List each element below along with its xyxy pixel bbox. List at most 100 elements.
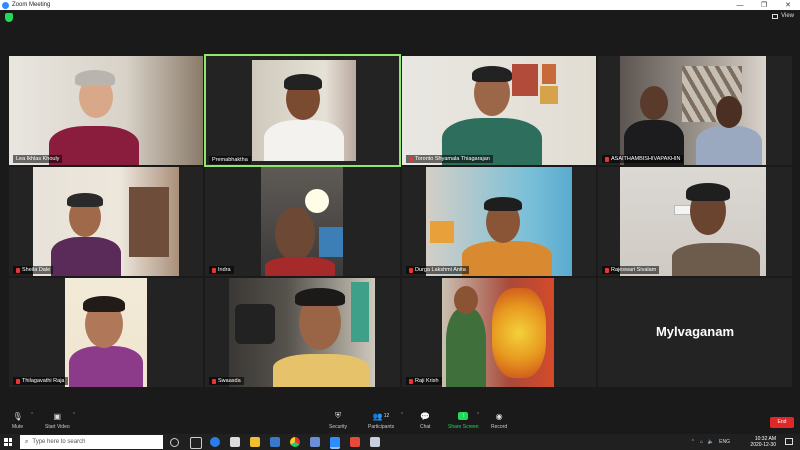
muted-mic-icon xyxy=(409,156,413,162)
person-figure xyxy=(69,346,143,387)
participant-tile[interactable]: Swaasda xyxy=(205,278,400,387)
participant-tile[interactable]: Durga Lakshmi Anita xyxy=(402,167,596,276)
security-shield-icon[interactable] xyxy=(5,13,13,22)
participant-tile-video-off[interactable]: Mylvaganam xyxy=(598,278,792,387)
person-figure xyxy=(273,354,369,387)
windows-start-icon[interactable] xyxy=(4,438,12,446)
participant-video xyxy=(261,167,343,276)
participant-video xyxy=(620,167,766,276)
person-figure xyxy=(49,126,139,165)
app-icon[interactable] xyxy=(370,437,380,447)
mute-options-chevron-icon[interactable]: ⌃ xyxy=(30,412,34,418)
end-meeting-button[interactable]: End xyxy=(770,417,794,428)
person-hair xyxy=(75,70,115,86)
muted-mic-icon xyxy=(212,378,216,384)
start-video-button[interactable]: ▣ Start Video xyxy=(45,411,70,431)
maximize-button[interactable]: ❐ xyxy=(752,1,776,9)
participant-name: Thilagavathi Raja xyxy=(13,377,68,385)
record-icon: ◉ xyxy=(495,411,503,421)
muted-mic-icon xyxy=(16,267,20,273)
flower-decoration xyxy=(492,288,546,378)
wall-picture xyxy=(540,86,558,104)
participant-tile[interactable]: Thilagavathi Raja xyxy=(9,278,203,387)
person-hair xyxy=(284,74,322,90)
participants-label: Participants xyxy=(368,424,395,430)
participant-video xyxy=(620,56,766,165)
language-indicator[interactable]: ENG xyxy=(719,439,730,445)
security-button[interactable]: ⛨ Security xyxy=(329,411,347,430)
app-icon[interactable] xyxy=(310,437,320,447)
view-label: View xyxy=(781,13,794,19)
search-placeholder: Type here to search xyxy=(32,439,86,445)
wall-picture xyxy=(542,64,556,84)
person-hair xyxy=(295,288,345,306)
app-icon[interactable] xyxy=(350,437,360,447)
door xyxy=(129,187,169,257)
share-screen-icon-wrap: ↑ xyxy=(458,411,469,421)
participant-name: Durga Lakshmi Anita xyxy=(406,266,469,274)
multitask-icon[interactable] xyxy=(190,437,202,449)
store-icon[interactable] xyxy=(230,437,240,447)
muted-mic-icon xyxy=(409,267,413,273)
participant-tile[interactable]: ASAITHAMBISHIVAPAKHIN xyxy=(598,56,792,165)
participant-display-name: Mylvaganam xyxy=(655,324,735,339)
file-explorer-icon[interactable] xyxy=(250,437,260,447)
chat-label: Chat xyxy=(420,424,431,430)
edge-browser-icon[interactable] xyxy=(210,437,220,447)
participant-tile[interactable]: Raji Krish xyxy=(402,278,596,387)
muted-mic-icon xyxy=(212,267,216,273)
video-options-chevron-icon[interactable]: ⌃ xyxy=(72,412,76,418)
participant-video xyxy=(33,167,179,276)
person-figure xyxy=(446,308,486,387)
helmet xyxy=(235,304,275,344)
minimize-button[interactable]: — xyxy=(728,2,752,9)
person-hair xyxy=(686,183,730,201)
chat-button[interactable]: 💬 Chat xyxy=(420,411,431,431)
wall-panel xyxy=(319,227,343,257)
clock[interactable]: 10:32 AM 2020-12-30 xyxy=(750,436,776,448)
muted-mic-icon xyxy=(605,156,609,162)
participant-name: Swaasda xyxy=(209,377,244,385)
person-figure xyxy=(696,126,762,165)
clock-date: 2020-12-30 xyxy=(750,442,776,448)
participants-button[interactable]: 👥 12 Participants xyxy=(368,411,395,431)
zoom-logo-icon xyxy=(2,1,9,9)
participant-tile[interactable]: Indra xyxy=(205,167,400,276)
participants-options-chevron-icon[interactable]: ⌃ xyxy=(400,412,404,418)
muted-mic-icon xyxy=(605,267,609,273)
task-view-icon[interactable] xyxy=(170,438,179,447)
person-head xyxy=(454,286,478,314)
share-options-chevron-icon[interactable]: ⌃ xyxy=(476,412,480,418)
security-shield-icon: ⛨ xyxy=(335,411,342,420)
chrome-icon[interactable] xyxy=(290,437,300,447)
start-video-label: Start Video xyxy=(45,424,70,430)
wall-picture xyxy=(512,64,538,96)
participant-tile[interactable]: Rajeswari Sivalam xyxy=(598,167,792,276)
person-hair xyxy=(484,197,522,211)
network-icon[interactable]: ⌂ xyxy=(700,439,703,445)
headphones xyxy=(67,193,103,207)
participant-tile[interactable]: Toronto Shyamala Thiagarajan xyxy=(402,56,596,165)
view-button[interactable]: View xyxy=(772,13,794,19)
muted-mic-icon xyxy=(409,378,413,384)
record-button[interactable]: ◉ Record xyxy=(491,411,507,431)
zoom-app-icon[interactable] xyxy=(330,437,340,449)
person-head xyxy=(640,86,668,120)
photos-icon[interactable] xyxy=(270,437,280,447)
mute-button[interactable]: 🎙 Mute xyxy=(12,411,23,431)
participant-tile-active-speaker[interactable]: Premabhaktha xyxy=(204,54,401,167)
person-head xyxy=(716,96,742,128)
person-figure xyxy=(51,237,121,276)
participant-tile[interactable]: Sheila Dale xyxy=(9,167,203,276)
share-screen-button[interactable]: ↑ Share Screen xyxy=(448,411,479,430)
participant-video xyxy=(442,278,554,387)
system-tray: ⌃ ⌂ 🔈 ENG xyxy=(691,439,730,445)
taskbar-search-box[interactable]: ⌕ Type here to search xyxy=(20,435,163,449)
notification-icon[interactable] xyxy=(785,438,793,445)
meeting-topbar: View xyxy=(0,10,800,26)
tray-chevron-icon[interactable]: ⌃ xyxy=(691,439,695,445)
participant-tile[interactable]: Lea Ikhlas Khouly xyxy=(9,56,203,165)
close-button[interactable]: ✕ xyxy=(776,1,800,9)
volume-icon[interactable]: 🔈 xyxy=(708,439,714,445)
gallery-view-icon xyxy=(772,13,779,19)
